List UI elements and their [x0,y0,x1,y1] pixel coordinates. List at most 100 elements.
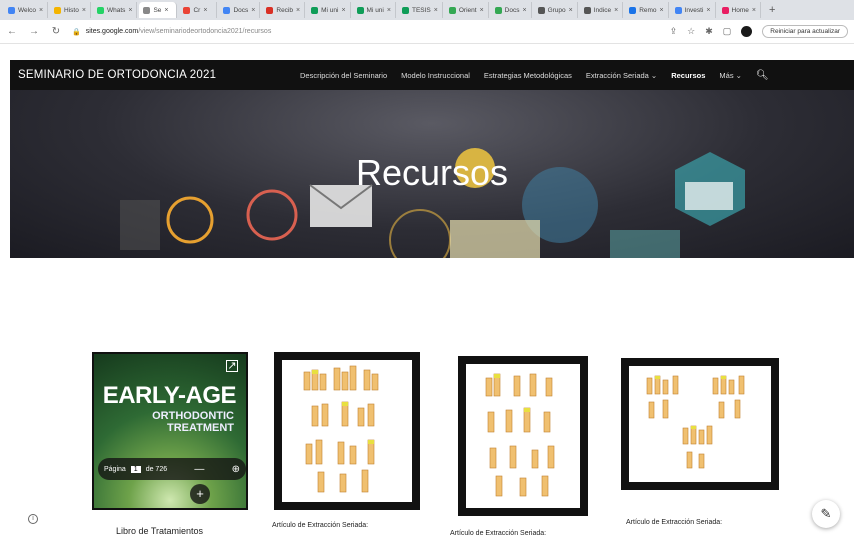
tab-close-icon[interactable]: × [569,7,573,14]
browser-tab[interactable]: Recib × [262,2,306,18]
browser-toolbar: ← → ↻ 🔒 sites.google.com/view/seminariod… [0,20,854,44]
browser-tab-bar: Welco × Histo × Whats × Se × Cr × Docs × Recib × Mi un… [0,0,854,20]
tab-favicon-icon [8,6,15,14]
page-label: Página [104,465,126,473]
page-number-input[interactable]: 1 [130,465,141,473]
back-icon[interactable]: ← [6,26,18,37]
browser-tab[interactable]: Docs × [219,2,261,18]
tab-label: Docs [233,6,249,14]
tab-label: Orient [458,6,477,14]
browser-tab[interactable]: Cr × [179,2,218,18]
tab-close-icon[interactable]: × [434,7,438,14]
article-caption-3: Artículo de Extracción Seriada: [626,519,723,526]
star-icon[interactable]: ☆ [687,26,695,37]
tab-favicon-icon [311,6,319,14]
site-title[interactable]: SEMINARIO DE ORTODONCIA 2021 [10,69,290,81]
tab-favicon-icon [537,6,545,14]
relaunch-button[interactable]: Reiniciar para actualizar [762,25,848,38]
browser-tab[interactable]: Welco × [4,2,49,18]
tab-label: Recib [276,6,293,14]
book-caption: Libro de Tratamientos [116,526,204,536]
zoom-plus-button[interactable]: + [190,484,210,504]
browser-tab[interactable]: Orient × [445,2,489,18]
page-navigator: Página 1 de 726 — ⊕ [98,458,246,480]
tab-close-icon[interactable]: × [614,7,618,14]
search-icon[interactable]: 🔍︎ [756,70,769,81]
browser-tab[interactable]: Indice × [580,2,624,18]
browser-tab[interactable]: Mi uni × [353,2,396,18]
tab-label: Mi uni [321,6,339,14]
tab-close-icon[interactable]: × [128,7,132,14]
article-caption-2: Artículo de Extracción Seriada: [450,530,547,537]
nav-item[interactable]: Recursos [671,71,705,80]
zoom-out-button[interactable]: — [194,464,204,475]
tab-close-icon[interactable]: × [251,7,255,14]
article-caption-1: Artículo de Extracción Seriada: [272,522,369,529]
tab-favicon-icon [674,6,682,14]
tab-favicon-icon [183,6,191,14]
tab-close-icon[interactable]: × [480,7,484,14]
tab-close-icon[interactable]: × [203,7,207,14]
browser-tab[interactable]: Whats × [93,2,138,18]
nav-item[interactable]: Más ⌄ [719,71,742,80]
browser-tab[interactable]: Grupo × [534,2,578,18]
teeth-chart-image [485,373,555,497]
nav-item[interactable]: Descripción del Seminario [300,71,387,80]
article-thumbnail-3[interactable] [621,358,779,490]
nav-item[interactable]: Estrategias Metodológicas [484,71,572,80]
new-tab-icon[interactable]: + [763,4,781,16]
tab-close-icon[interactable]: × [164,7,168,14]
open-external-icon[interactable]: ↗ [226,360,238,372]
nav-item[interactable]: Modelo Instruccional [401,71,470,80]
tab-favicon-icon [721,6,729,14]
tab-favicon-icon [96,6,104,14]
teeth-chart-image [303,365,379,493]
tab-close-icon[interactable]: × [660,7,664,14]
browser-tab[interactable]: TESIS × [398,2,443,18]
tab-label: Mi uni [366,6,384,14]
tab-favicon-icon [356,6,364,14]
side-panel-icon[interactable]: ▢ [723,26,732,37]
tab-close-icon[interactable]: × [387,7,391,14]
book-cover-subtitle-2: TREATMENT [166,422,234,434]
tab-favicon-icon [629,6,637,14]
article-thumbnail-2[interactable] [458,356,588,516]
page-total: de 726 [145,465,168,473]
nav-item[interactable]: Extracción Seriada ⌄ [586,71,657,80]
browser-tab[interactable]: Histo × [50,2,91,18]
url-host: sites.google.com [85,28,139,35]
browser-tab[interactable]: Mi uni × [307,2,351,18]
zoom-in-icon[interactable]: ⊕ [232,464,240,475]
address-bar[interactable]: 🔒 sites.google.com/view/seminariodeortod… [72,28,660,36]
hero-banner: Recursos [10,90,854,258]
tab-close-icon[interactable]: × [706,7,710,14]
tab-favicon-icon [401,6,409,14]
tab-close-icon[interactable]: × [341,7,345,14]
browser-tab[interactable]: Investi × [671,2,716,18]
tab-favicon-icon [266,6,274,14]
tab-favicon-icon [583,6,591,14]
browser-tab[interactable]: Home × [718,2,761,18]
tab-favicon-icon [494,6,502,14]
tab-favicon-icon [143,6,151,14]
tab-close-icon[interactable]: × [296,7,300,14]
profile-avatar[interactable] [741,26,753,37]
tab-close-icon[interactable]: × [39,7,43,14]
tab-close-icon[interactable]: × [752,7,756,14]
edit-pencil-icon[interactable]: ✎ [812,500,840,528]
share-icon[interactable]: ⇪ [670,26,678,37]
book-cover-title: EARLY-AGE [102,382,237,409]
book-cover-subtitle: ORTHODONTIC [152,410,234,422]
tab-close-icon[interactable]: × [82,7,86,14]
info-icon[interactable]: i [28,514,38,524]
book-embed[interactable]: ↗ EARLY-AGE ORTHODONTIC TREATMENT Página… [92,352,248,510]
tab-close-icon[interactable]: × [522,7,526,14]
browser-tab[interactable]: Se × [139,2,178,18]
reload-icon[interactable]: ↻ [50,26,62,37]
forward-icon[interactable]: → [28,26,40,37]
extensions-icon[interactable]: ✱ [705,26,713,37]
browser-tab[interactable]: Docs × [491,2,532,18]
tab-label: Grupo [547,6,566,14]
browser-tab[interactable]: Remo × [625,2,669,18]
article-thumbnail-1[interactable] [274,352,420,510]
